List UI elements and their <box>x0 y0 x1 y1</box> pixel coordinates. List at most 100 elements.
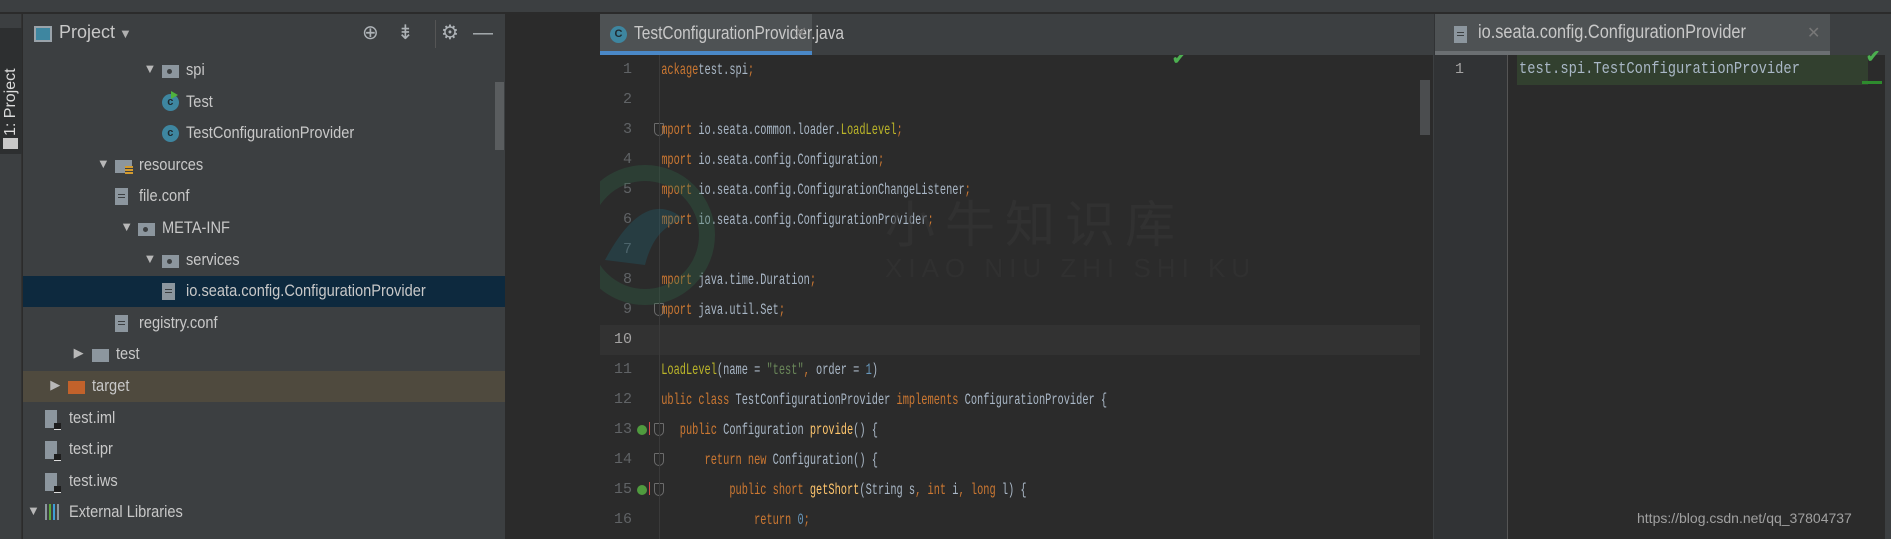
fold-guide <box>659 55 660 539</box>
package-folder-icon <box>138 223 156 236</box>
close-icon[interactable]: ✕ <box>794 23 807 43</box>
code-token: io.seata.common.loader. <box>692 121 841 139</box>
implements-method-icon[interactable] <box>637 422 650 435</box>
code-line: packagetest.spi; <box>662 55 754 85</box>
code-token: int <box>927 481 947 499</box>
code-line: @LoadLevel(name = "test", order = 1) <box>662 355 878 385</box>
tab-testconfigurationprovider-java[interactable]: C TestConfigurationProvider.java ✕ <box>600 14 844 55</box>
code-token: java.time.Duration <box>692 271 810 289</box>
code-token: TestConfigurationProvider <box>729 391 897 409</box>
tree-item[interactable]: ▼ External Libraries <box>23 497 505 528</box>
line-number: 9 <box>622 301 632 318</box>
code-token: "test" <box>766 361 804 379</box>
locate-icon[interactable]: ⊕ <box>362 22 379 44</box>
expanded-arrow-icon[interactable]: ▼ <box>27 503 40 518</box>
code-editor[interactable]: 12345678910111213141516 packagetest.spi;… <box>600 55 1433 539</box>
code-token: java.util.Set <box>692 301 779 319</box>
expanded-arrow-icon[interactable]: ▼ <box>120 219 133 234</box>
code-token: provide <box>809 421 854 439</box>
code-token: ; <box>896 121 903 139</box>
code-token: ; <box>964 181 971 199</box>
tree-item-label: TestConfigurationProvider <box>185 123 355 143</box>
project-view-selector[interactable]: Project <box>59 22 115 43</box>
tree-item[interactable]: file.conf <box>23 181 505 212</box>
line-number: 2 <box>622 91 632 108</box>
code-token: io.seata.config.ConfigurationChangeListe… <box>692 181 965 199</box>
code-token: @LoadLevel <box>662 361 717 379</box>
code-token: public class <box>662 391 730 409</box>
tree-item[interactable]: ▼ services <box>23 245 505 276</box>
minimize-icon[interactable]: — <box>473 22 493 44</box>
line-number: 3 <box>622 121 632 138</box>
editor-gutter: 1 2 3 4 5 6 7 8 9 10 11 12 13 14 15 16 <box>600 55 664 539</box>
code-token: ; <box>778 301 786 319</box>
line-number: 10 <box>613 331 632 348</box>
tree-item-label: target <box>92 376 130 395</box>
gear-icon[interactable]: ⚙ <box>441 22 459 44</box>
tree-item[interactable]: ▼ resources <box>23 150 505 181</box>
collapsed-arrow-icon[interactable]: ▶ <box>74 345 84 361</box>
expanded-arrow-icon[interactable]: ▼ <box>144 251 157 266</box>
package-folder-icon <box>161 254 179 268</box>
implements-method-icon[interactable] <box>637 482 650 495</box>
right-scrollbar[interactable] <box>1885 14 1891 539</box>
tree-item-label: spi <box>185 60 205 79</box>
tree-item[interactable]: io.seata.config.ConfigurationProvider <box>23 276 505 308</box>
editor-splitter[interactable] <box>1433 14 1440 539</box>
code-token: import <box>662 211 693 229</box>
tree-item[interactable]: test.iws <box>23 466 505 497</box>
class-icon: C <box>610 26 627 43</box>
expanded-arrow-icon[interactable]: ▼ <box>97 156 110 171</box>
code-token: i <box>946 481 959 499</box>
tree-item[interactable]: test.iml <box>23 403 505 434</box>
excluded-folder-icon <box>68 381 86 394</box>
tree-item[interactable]: ▼ META-INF <box>23 213 505 244</box>
line-number: 13 <box>613 421 632 438</box>
code-token: return <box>754 511 792 529</box>
project-tool-window-button[interactable]: 1: Project <box>0 28 22 154</box>
line-number: 11 <box>613 361 632 378</box>
code-line[interactable]: test.spi.TestConfigurationProvider <box>1517 55 1868 85</box>
code-token: ConfigurationProvider { <box>958 391 1108 409</box>
code-token: import <box>662 121 693 139</box>
code-area[interactable]: packagetest.spi; import io.seata.common.l… <box>662 55 1422 539</box>
code-line: import java.util.Set; <box>662 295 785 325</box>
chevron-down-icon[interactable]: ▼ <box>119 26 132 41</box>
code-token: LoadLevel <box>840 121 897 139</box>
code-token: io.seata.config.ConfigurationProvider <box>692 211 928 229</box>
editor-tab-bar: C TestConfigurationProvider.java ✕ <box>600 14 1433 55</box>
code-token: ) <box>871 361 878 379</box>
expanded-arrow-icon[interactable]: ▼ <box>144 61 157 76</box>
tree-item[interactable]: registry.conf <box>23 308 505 339</box>
tree-item[interactable]: ▶ test <box>23 339 505 370</box>
tree-item[interactable]: c TestConfigurationProvider <box>23 118 505 149</box>
code-token: ; <box>803 511 810 529</box>
editor-scrollbar[interactable] <box>1420 80 1430 135</box>
tree-item[interactable]: c Test <box>23 87 505 118</box>
tab-io-seata-config-configurationprovider[interactable]: io.seata.config.ConfigurationProvider ✕ <box>1435 14 1830 55</box>
resources-folder-icon <box>114 159 133 175</box>
folder-icon <box>3 138 18 149</box>
right-code-editor[interactable]: 1 test.spi.TestConfigurationProvider ✔ <box>1440 47 1891 539</box>
code-token: import <box>662 271 693 289</box>
project-panel: Project ▼ ⊕ ⇟ ⚙ — ▼ spi c Test c TestConfigur… <box>23 14 505 539</box>
line-number: 7 <box>622 241 632 258</box>
no-problems-check-icon[interactable]: ✔ <box>1866 47 1880 67</box>
collapse-all-icon[interactable]: ⇟ <box>397 22 414 44</box>
project-scrollbar[interactable] <box>495 82 504 150</box>
line-number: 12 <box>613 391 632 408</box>
code-token: getShort <box>809 481 860 499</box>
collapsed-arrow-icon[interactable]: ▶ <box>50 377 60 393</box>
tree-item[interactable]: test.ipr <box>23 434 505 465</box>
no-problems-check-icon[interactable]: ✔ <box>1172 55 1186 69</box>
code-line: return 0; <box>662 505 810 535</box>
tree-item[interactable]: ▼ spi <box>23 55 505 86</box>
project-panel-header: Project ▼ ⊕ ⇟ ⚙ — <box>23 14 505 54</box>
tree-item[interactable]: ▶ target <box>23 371 505 402</box>
close-icon[interactable]: ✕ <box>1807 23 1820 43</box>
tree-item-label: test.iws <box>69 470 119 490</box>
line-number: 1 <box>1454 61 1464 78</box>
